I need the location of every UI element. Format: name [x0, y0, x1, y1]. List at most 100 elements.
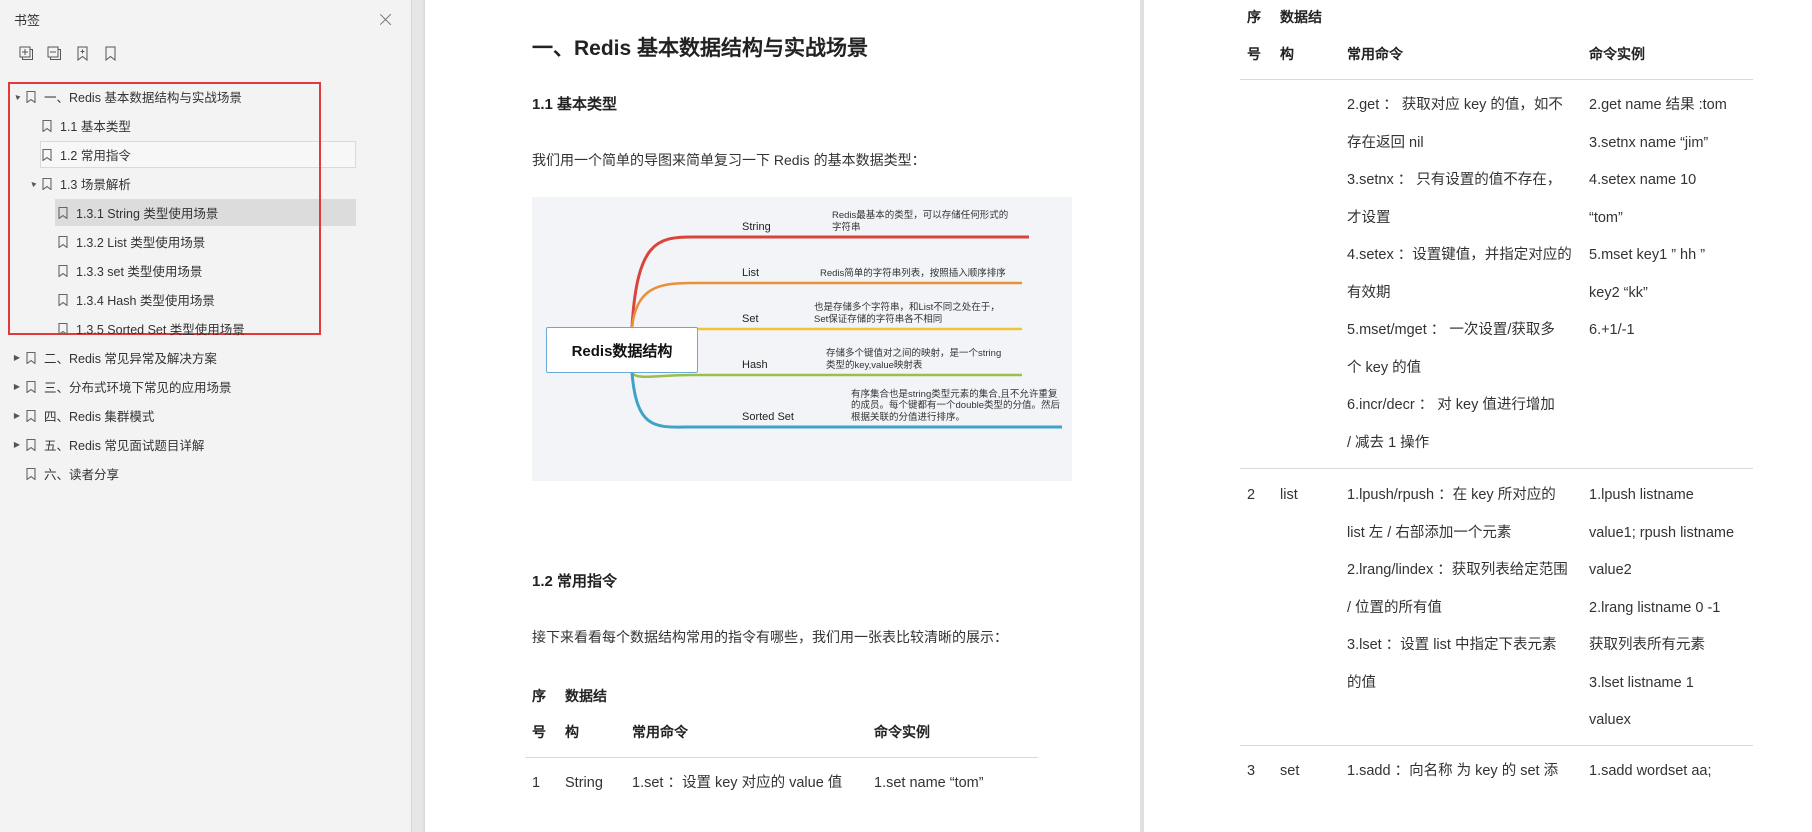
table-cell-line: / 减去 1 操作 [1347, 434, 1430, 451]
expand-all-icon[interactable] [18, 45, 34, 61]
table-cell-line: 个 key 的值 [1347, 359, 1422, 376]
sidebar-item-8[interactable]: 1.3.5 Sorted Set 类型使用场景 [0, 314, 411, 343]
table-cell-line: 1.lpush/rpush ：在 key 所对应的 [1347, 487, 1556, 503]
collapsed-arrow-icon[interactable]: ▶ [12, 353, 22, 362]
bookmark-icon [58, 206, 68, 220]
sidebar-item-label: 1.3 场景解析 [60, 178, 131, 192]
bookmarks-panel: 书签 ▲ 一、Redis 基本数据结构与实战场景 1.1 基本类型 1.2 常用指令 ▲… [0, 0, 412, 832]
collapsed-arrow-icon[interactable]: ▶ [12, 440, 22, 449]
chapter-heading: 一、Redis 基本数据结构与实战场景 [532, 37, 869, 60]
sidebar-item-10[interactable]: ▶ 三、分布式环境下常见的应用场景 [0, 372, 411, 401]
table-cell-line: 4.setex ：设置键值，并指定对应的 [1347, 247, 1572, 263]
th-no-line1: 序 [532, 688, 546, 704]
table-cell-line: 3.setnx name “jim” [1589, 134, 1709, 151]
th-type-line1: 数据结 [565, 688, 607, 704]
row3-example: 1.sadd wordset aa; [1589, 763, 1712, 779]
row2-type: list [1280, 487, 1298, 503]
row3-type: set [1280, 763, 1300, 779]
bookmark-icon [26, 351, 36, 365]
sidebar-item-1[interactable]: 1.1 基本类型 [0, 111, 411, 140]
th2-example: 命令实例 [1589, 46, 1645, 62]
mindmap-branch-description: Redis最基本的类型，可以存储任何形式的字符串 [832, 210, 1009, 233]
table-cell-line: 获取列表所有元素 [1589, 637, 1705, 653]
bookmark-tree: ▲ 一、Redis 基本数据结构与实战场景 1.1 基本类型 1.2 常用指令 ▲ 1.3… [0, 68, 411, 488]
sidebar-item-12[interactable]: ▶ 五、Redis 常见面试题目详解 [0, 430, 411, 459]
sidebar-item-2[interactable]: 1.2 常用指令 [0, 140, 411, 169]
bookmark-icon [42, 119, 52, 133]
th2-no-line2: 号 [1247, 46, 1261, 62]
row1-type: String [565, 775, 603, 791]
mindmap-branch-description: 也是存储多个字符串，和List不同之处在于，Set保证存储的字符串各不相同 [814, 302, 1000, 325]
th2-type-line2: 构 [1280, 46, 1294, 62]
row1-no: 1 [532, 775, 541, 791]
sidebar-item-label: 1.3.2 List 类型使用场景 [76, 236, 206, 250]
mindmap-branch-description: Redis简单的字符串列表，按照插入顺序排序 [820, 267, 1006, 279]
redis-mindmap-image: Redis数据结构 String Redis最基本的类型，可以存储任何形式的字符串… [532, 197, 1072, 481]
table-cell-line: value2 [1589, 562, 1632, 578]
sidebar-item-9[interactable]: ▶ 二、Redis 常见异常及解决方案 [0, 343, 411, 372]
bookmark-icon [58, 264, 68, 278]
table-cell-line: 有效期 [1347, 284, 1391, 301]
th2-type-line1: 数据结 [1280, 9, 1322, 25]
collapse-all-icon[interactable] [46, 45, 62, 61]
sidebar-item-label: 六、读者分享 [44, 468, 120, 482]
sidebar-item-label: 三、分布式环境下常见的应用场景 [44, 381, 232, 395]
panel-gutter [413, 0, 425, 832]
table-cell-line: 存在返回 nil [1347, 134, 1424, 151]
sidebar-item-label: 五、Redis 常见面试题目详解 [44, 439, 205, 453]
expanded-arrow-icon[interactable]: ▲ [26, 177, 39, 190]
mindmap-branch-label: Sorted Set [742, 411, 794, 423]
mindmap-branch-description: 有序集合也是string类型元素的集合,且不允许重复的成员。每个键都有一个dou… [851, 388, 1061, 423]
bookmarks-header: 书签 [0, 0, 411, 38]
add-bookmark-icon[interactable] [74, 45, 90, 61]
th-example: 命令实例 [874, 724, 930, 740]
sidebar-item-3[interactable]: ▲ 1.3 场景解析 [0, 169, 411, 198]
sidebar-item-11[interactable]: ▶ 四、Redis 集群模式 [0, 401, 411, 430]
table-cell-line: 6.+1/-1 [1589, 322, 1635, 338]
table-cell-line: 6.incr/decr ： 对 key 值进行增加 [1347, 397, 1555, 413]
sidebar-item-7[interactable]: 1.3.4 Hash 类型使用场景 [0, 285, 411, 314]
sidebar-item-6[interactable]: 1.3.3 set 类型使用场景 [0, 256, 411, 285]
sidebar-item-5[interactable]: 1.3.2 List 类型使用场景 [0, 227, 411, 256]
sidebar-item-13[interactable]: 六、读者分享 [0, 459, 411, 488]
bookmark-icon [58, 235, 68, 249]
table-cell-line: 的值 [1347, 674, 1376, 691]
table-intro-paragraph: 接下来看看每个数据结构常用的指令有哪些，我们用一张表比较清晰的展示： [532, 629, 1008, 645]
document-page-1: 一、Redis 基本数据结构与实战场景 1.1 基本类型 我们用一个简单的导图来… [425, 0, 1140, 832]
table-cell-line: 5.mset key1 ” hh ” [1589, 247, 1706, 263]
table-cell-line: 2.lrang listname 0 -1 [1589, 599, 1721, 616]
table-cell-line: 3.setnx ： 只有设置的值不存在， [1347, 172, 1562, 188]
table-cell-line: list 左 / 右部添加一个元素 [1347, 524, 1512, 541]
th-type-line2: 构 [565, 724, 579, 740]
sidebar-item-label: 1.3.3 set 类型使用场景 [76, 265, 203, 279]
table-cell-line: 才设置 [1347, 209, 1391, 226]
bookmark-icon [58, 322, 68, 336]
collapsed-arrow-icon[interactable]: ▶ [12, 411, 22, 420]
bookmark-icon[interactable] [102, 45, 118, 61]
expanded-arrow-icon[interactable]: ▲ [10, 90, 23, 103]
sidebar-item-label: 1.2 常用指令 [60, 149, 131, 163]
bookmark-icon [42, 148, 52, 162]
sidebar-item-label: 四、Redis 集群模式 [44, 410, 155, 424]
sidebar-item-label: 1.3.1 String 类型使用场景 [76, 207, 219, 221]
sidebar-item-4[interactable]: 1.3.1 String 类型使用场景 [0, 198, 411, 227]
mindmap-branch-description: 存储多个键值对之间的映射，是一个string类型的key,value映射表 [826, 348, 1002, 371]
collapsed-arrow-icon[interactable]: ▶ [12, 382, 22, 391]
table-cell-line: 2.get ： 获取对应 key 的值，如不 [1347, 97, 1563, 113]
close-icon[interactable] [379, 12, 393, 26]
th-command: 常用命令 [632, 724, 688, 740]
table-header-rule [525, 757, 1038, 758]
bookmark-icon [26, 90, 36, 104]
table-cell-line: / 位置的所有值 [1347, 599, 1443, 616]
sidebar-item-0[interactable]: ▲ 一、Redis 基本数据结构与实战场景 [0, 82, 411, 111]
table-cell-line: key2 “kk” [1589, 284, 1648, 301]
mindmap-branch-label: Hash [742, 359, 768, 371]
mindmap-branch-label: Set [742, 313, 759, 325]
document-page-2: 序 号 数据结 构 常用命令 命令实例 2.get ： 获取对应 key 的值，… [1144, 0, 1812, 832]
bookmark-icon [26, 438, 36, 452]
table-cell-line: 1.lpush listname [1589, 487, 1694, 503]
row2-no: 2 [1247, 487, 1256, 503]
mindmap-branch-label: List [742, 267, 760, 279]
bookmark-icon [58, 293, 68, 307]
th-no-line2: 号 [532, 724, 546, 740]
